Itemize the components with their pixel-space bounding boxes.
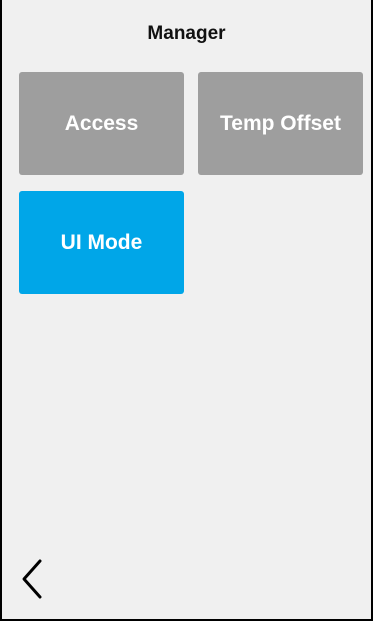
temp-offset-button[interactable]: Temp Offset xyxy=(198,72,363,175)
ui-mode-button[interactable]: UI Mode xyxy=(19,191,184,294)
access-button-label: Access xyxy=(64,111,139,135)
temp-offset-button-label: Temp Offset xyxy=(220,111,341,135)
back-button[interactable] xyxy=(16,557,50,601)
ui-mode-button-label: UI Mode xyxy=(60,230,143,254)
manager-screen: Manager Access Temp Offset UI Mode xyxy=(0,0,373,621)
chevron-left-icon xyxy=(22,559,42,599)
access-button[interactable]: Access xyxy=(19,72,184,175)
page-title: Manager xyxy=(147,23,226,44)
